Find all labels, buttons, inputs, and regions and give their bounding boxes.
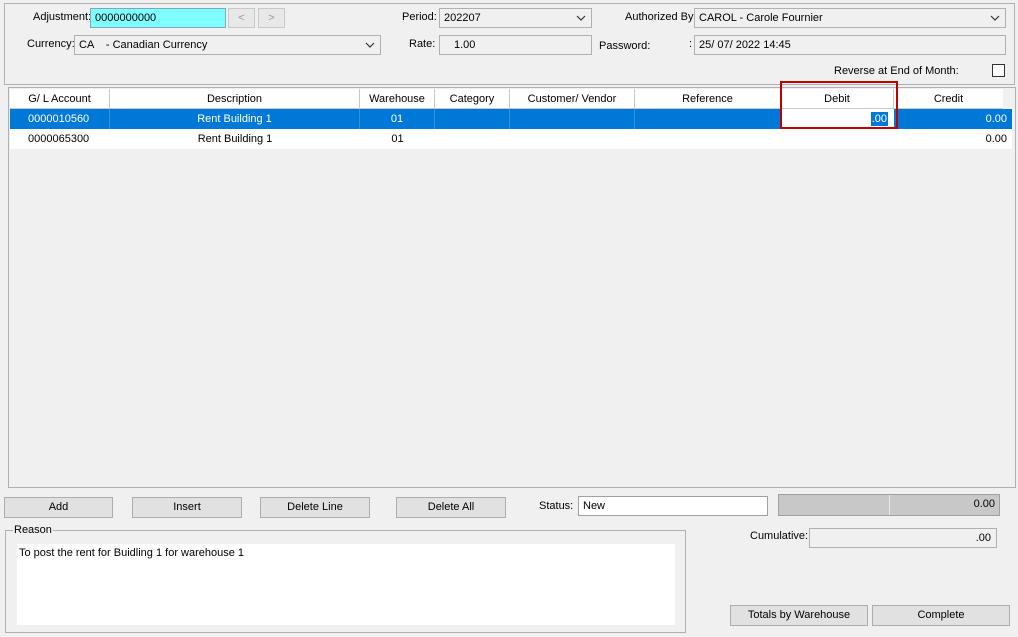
- warehouse-cell[interactable]: 01: [360, 129, 435, 149]
- total-value: 0.00: [973, 498, 995, 510]
- authorized-by-value: CAROL - Carole Fournier: [699, 12, 823, 24]
- chevron-down-icon: [575, 9, 587, 27]
- category-cell[interactable]: [435, 109, 510, 129]
- column-header-warehouse[interactable]: Warehouse: [360, 89, 435, 109]
- cumulative-field[interactable]: .00: [809, 528, 997, 548]
- customer-vendor-cell[interactable]: [510, 109, 635, 129]
- cumulative-label: Cumulative:: [750, 530, 809, 542]
- currency-select[interactable]: CA - Canadian Currency: [74, 35, 381, 55]
- insert-button[interactable]: Insert: [132, 497, 242, 518]
- previous-button[interactable]: <: [228, 8, 255, 28]
- total-divider: [889, 495, 890, 515]
- debit-cell[interactable]: [781, 129, 894, 149]
- delete-line-button[interactable]: Delete Line: [260, 497, 370, 518]
- currency-label: Currency:: [27, 38, 75, 50]
- status-label: Status:: [539, 500, 574, 512]
- complete-button[interactable]: Complete: [872, 605, 1010, 626]
- description-cell[interactable]: Rent Building 1: [110, 129, 360, 149]
- category-cell[interactable]: [435, 129, 510, 149]
- debit-highlight-frame: [780, 81, 898, 129]
- reason-textarea[interactable]: To post the rent for Buidling 1 for ware…: [17, 544, 675, 625]
- table-row[interactable]: 0000065300 Rent Building 1 01 0.00: [10, 129, 1012, 149]
- totals-by-warehouse-button[interactable]: Totals by Warehouse: [730, 605, 868, 626]
- column-header-customer-vendor[interactable]: Customer/ Vendor: [510, 89, 635, 109]
- password-label: Password:: [599, 40, 651, 52]
- column-header-description[interactable]: Description: [110, 89, 360, 109]
- period-label: Period:: [402, 11, 437, 23]
- column-header-category[interactable]: Category: [435, 89, 510, 109]
- reverse-checkbox[interactable]: [992, 64, 1005, 77]
- warehouse-cell[interactable]: 01: [360, 109, 435, 129]
- adjustment-input[interactable]: 0000000000: [90, 8, 226, 28]
- gl-account-cell[interactable]: 0000065300: [10, 129, 110, 149]
- period-select[interactable]: 202207: [439, 8, 592, 28]
- delete-all-button[interactable]: Delete All: [396, 497, 506, 518]
- reason-label: Reason: [13, 524, 53, 536]
- chevron-down-icon: [364, 36, 376, 54]
- next-button[interactable]: >: [258, 8, 285, 28]
- currency-value: CA - Canadian Currency: [79, 39, 208, 51]
- reference-cell[interactable]: [635, 129, 781, 149]
- column-header-gl-account[interactable]: G/ L Account: [10, 89, 110, 109]
- customer-vendor-cell[interactable]: [510, 129, 635, 149]
- password-field[interactable]: 25/ 07/ 2022 14:45: [694, 35, 1006, 55]
- journal-grid: G/ L Account Description Warehouse Categ…: [8, 87, 1016, 488]
- rate-label: Rate:: [409, 38, 436, 50]
- reverse-label: Reverse at End of Month:: [834, 65, 959, 77]
- authorized-by-label: Authorized By:: [625, 11, 697, 23]
- period-value: 202207: [444, 12, 481, 24]
- add-button[interactable]: Add: [4, 497, 113, 518]
- rate-field[interactable]: 1.00: [439, 35, 592, 55]
- credit-cell[interactable]: 0.00: [894, 129, 1012, 149]
- column-header-reference[interactable]: Reference: [635, 89, 781, 109]
- total-panel: 0.00: [778, 494, 1000, 516]
- chevron-down-icon: [989, 9, 1001, 27]
- password-colon: :: [689, 38, 693, 50]
- description-cell[interactable]: Rent Building 1: [110, 109, 360, 129]
- adjustment-label: Adjustment:: [33, 11, 92, 23]
- column-header-credit[interactable]: Credit: [894, 89, 1003, 109]
- credit-cell[interactable]: 0.00: [894, 109, 1012, 129]
- reference-cell[interactable]: [635, 109, 781, 129]
- authorized-by-select[interactable]: CAROL - Carole Fournier: [694, 8, 1006, 28]
- gl-account-cell[interactable]: 0000010560: [10, 109, 110, 129]
- status-field[interactable]: New: [578, 496, 768, 516]
